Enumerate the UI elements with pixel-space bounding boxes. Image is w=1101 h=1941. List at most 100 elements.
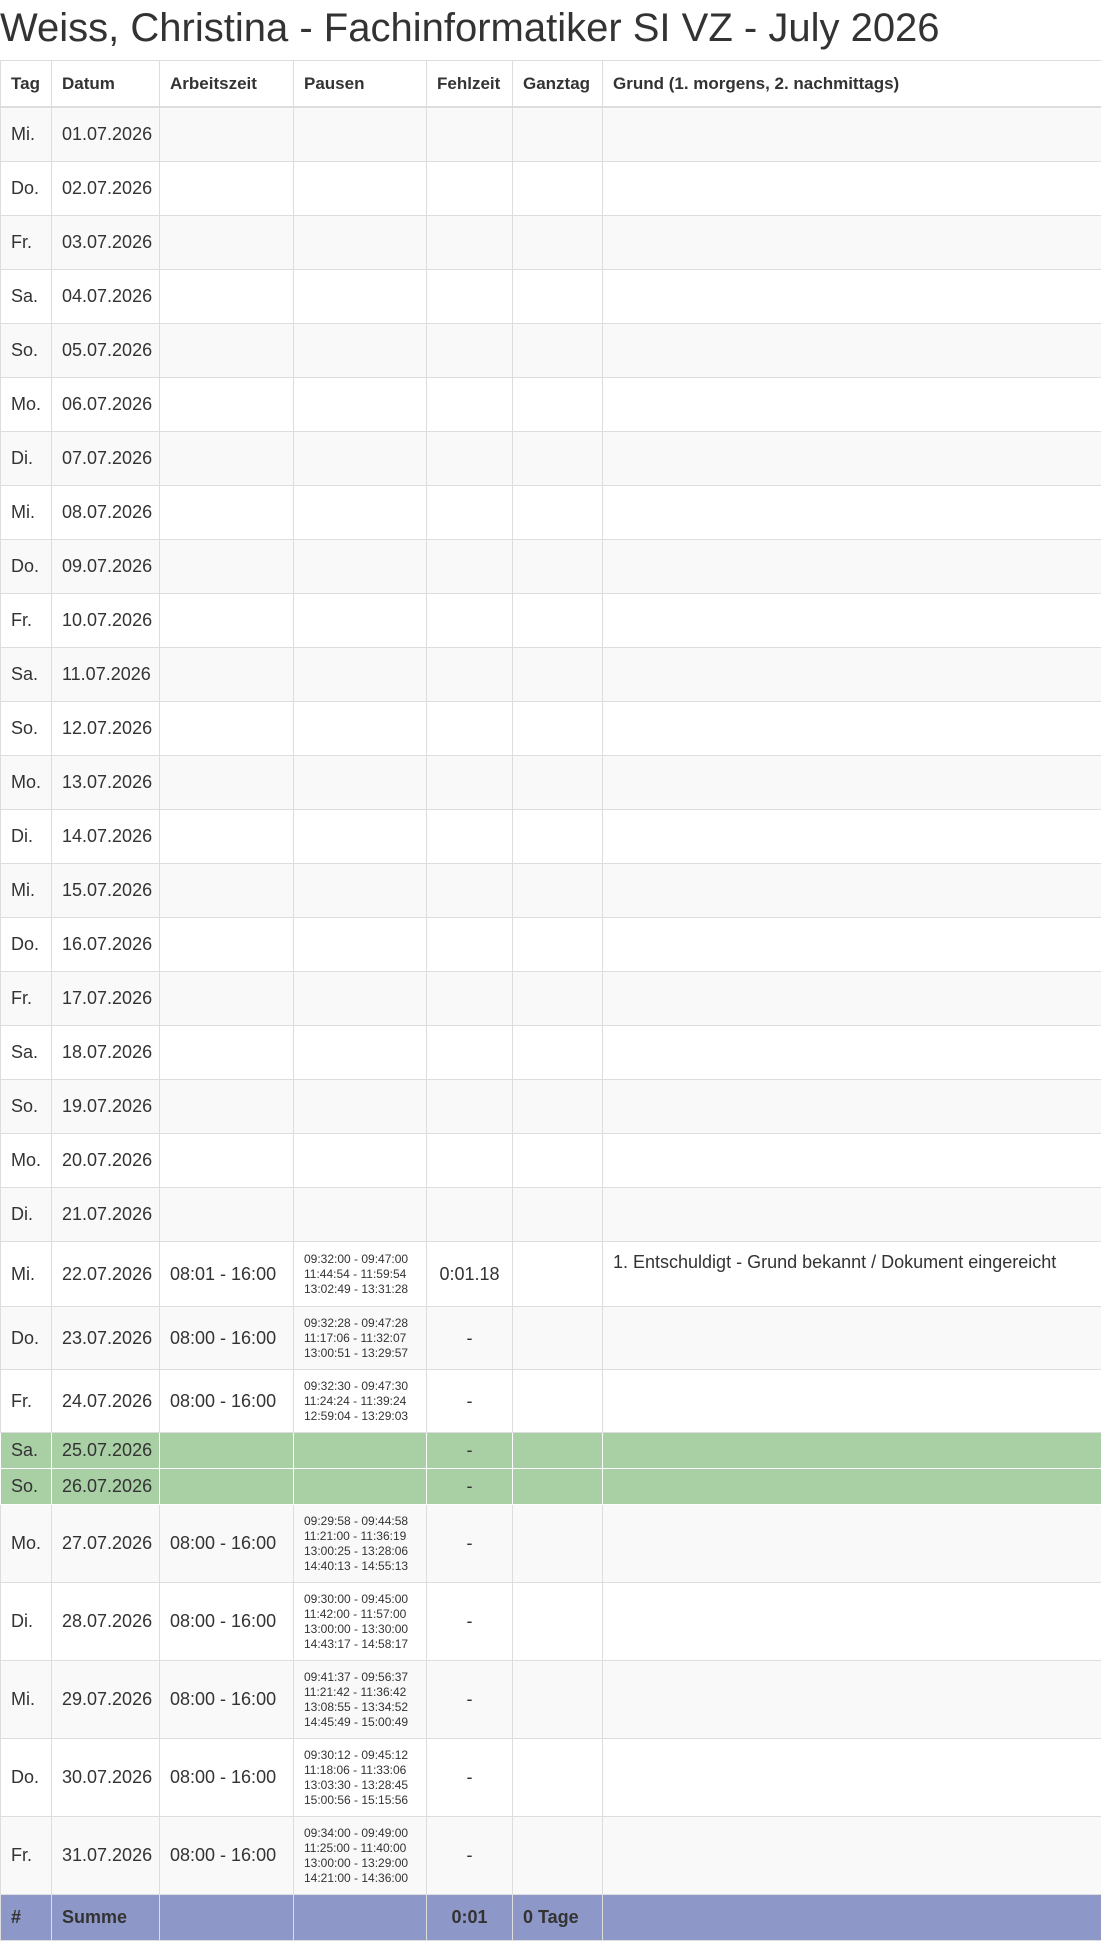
cell-pausen: 09:32:30 - 09:47:3011:24:24 - 11:39:2412…: [294, 1370, 427, 1433]
cell-fehlzeit: -: [427, 1307, 513, 1370]
cell-grund: [603, 1661, 1101, 1739]
table-row: Fr.10.07.2026: [1, 594, 1101, 648]
pause-entry: 12:59:04 - 13:29:03: [304, 1409, 416, 1424]
cell-datum: 13.07.2026: [52, 756, 160, 810]
cell-fehlzeit: -: [427, 1739, 513, 1817]
cell-pausen: 09:30:00 - 09:45:0011:42:00 - 11:57:0013…: [294, 1583, 427, 1661]
cell-tag: Do.: [1, 162, 52, 216]
cell-grund: [603, 702, 1101, 756]
cell-pausen: [294, 972, 427, 1026]
cell-arbeitszeit: [160, 648, 294, 702]
cell-arbeitszeit: [160, 216, 294, 270]
cell-tag: Mi.: [1, 864, 52, 918]
cell-tag: Fr.: [1, 216, 52, 270]
cell-fehlzeit: [427, 1080, 513, 1134]
cell-tag: Fr.: [1, 1817, 52, 1895]
pause-entry: 13:00:25 - 13:28:06: [304, 1544, 416, 1559]
cell-datum: 30.07.2026: [52, 1739, 160, 1817]
table-row: Do.09.07.2026: [1, 540, 1101, 594]
summary-empty-pausen: [294, 1895, 427, 1941]
cell-grund: 1. Entschuldigt - Grund bekannt / Dokume…: [603, 1242, 1101, 1307]
cell-arbeitszeit: [160, 1433, 294, 1469]
header-grund: Grund (1. morgens, 2. nachmittags): [603, 61, 1101, 108]
cell-fehlzeit: [427, 324, 513, 378]
cell-pausen: [294, 918, 427, 972]
cell-ganztag: [513, 486, 603, 540]
cell-fehlzeit: [427, 270, 513, 324]
table-row: Mo.20.07.2026: [1, 1134, 1101, 1188]
cell-grund: [603, 1370, 1101, 1433]
cell-datum: 12.07.2026: [52, 702, 160, 756]
cell-datum: 19.07.2026: [52, 1080, 160, 1134]
cell-arbeitszeit: 08:00 - 16:00: [160, 1505, 294, 1583]
cell-grund: [603, 1026, 1101, 1080]
cell-arbeitszeit: [160, 918, 294, 972]
summary-hash: #: [1, 1895, 52, 1941]
cell-fehlzeit: [427, 702, 513, 756]
cell-datum: 02.07.2026: [52, 162, 160, 216]
cell-ganztag: [513, 432, 603, 486]
cell-tag: Fr.: [1, 972, 52, 1026]
cell-tag: So.: [1, 702, 52, 756]
cell-datum: 03.07.2026: [52, 216, 160, 270]
cell-datum: 16.07.2026: [52, 918, 160, 972]
cell-fehlzeit: [427, 756, 513, 810]
table-row: Fr.31.07.202608:00 - 16:0009:34:00 - 09:…: [1, 1817, 1101, 1895]
cell-ganztag: [513, 810, 603, 864]
cell-grund: [603, 107, 1101, 162]
cell-pausen: [294, 810, 427, 864]
cell-pausen: [294, 378, 427, 432]
cell-pausen: 09:29:58 - 09:44:5811:21:00 - 11:36:1913…: [294, 1505, 427, 1583]
cell-ganztag: [513, 1505, 603, 1583]
cell-datum: 07.07.2026: [52, 432, 160, 486]
cell-grund: [603, 594, 1101, 648]
cell-tag: Mi.: [1, 486, 52, 540]
summary-label: Summe: [52, 1895, 160, 1941]
pause-entry: 09:30:00 - 09:45:00: [304, 1592, 416, 1607]
cell-ganztag: [513, 270, 603, 324]
cell-fehlzeit: [427, 810, 513, 864]
table-row: Mi.01.07.2026: [1, 107, 1101, 162]
cell-pausen: 09:41:37 - 09:56:3711:21:42 - 11:36:4213…: [294, 1661, 427, 1739]
cell-datum: 09.07.2026: [52, 540, 160, 594]
pause-entry: 14:40:13 - 14:55:13: [304, 1559, 416, 1574]
cell-pausen: 09:32:00 - 09:47:0011:44:54 - 11:59:5413…: [294, 1242, 427, 1307]
cell-ganztag: [513, 1583, 603, 1661]
table-header-row: Tag Datum Arbeitszeit Pausen Fehlzeit Ga…: [1, 61, 1101, 108]
cell-ganztag: [513, 1817, 603, 1895]
cell-grund: [603, 1739, 1101, 1817]
table-row: Fr.03.07.2026: [1, 216, 1101, 270]
cell-grund: [603, 1080, 1101, 1134]
cell-fehlzeit: [427, 1188, 513, 1242]
cell-grund: [603, 216, 1101, 270]
cell-grund: [603, 1134, 1101, 1188]
cell-grund: [603, 1583, 1101, 1661]
cell-grund: [603, 918, 1101, 972]
pause-entry: 11:21:00 - 11:36:19: [304, 1529, 416, 1544]
cell-arbeitszeit: [160, 1188, 294, 1242]
table-row: So.19.07.2026: [1, 1080, 1101, 1134]
cell-ganztag: [513, 1134, 603, 1188]
cell-pausen: [294, 107, 427, 162]
cell-datum: 21.07.2026: [52, 1188, 160, 1242]
pause-entry: 14:21:00 - 14:36:00: [304, 1871, 416, 1886]
cell-pausen: [294, 216, 427, 270]
table-row: Sa.04.07.2026: [1, 270, 1101, 324]
cell-pausen: [294, 864, 427, 918]
cell-datum: 27.07.2026: [52, 1505, 160, 1583]
table-row: Mi.08.07.2026: [1, 486, 1101, 540]
cell-arbeitszeit: [160, 1469, 294, 1505]
cell-ganztag: [513, 918, 603, 972]
cell-grund: [603, 270, 1101, 324]
cell-datum: 18.07.2026: [52, 1026, 160, 1080]
cell-arbeitszeit: [160, 432, 294, 486]
pause-entry: 13:00:00 - 13:30:00: [304, 1622, 416, 1637]
cell-pausen: [294, 1026, 427, 1080]
cell-pausen: [294, 324, 427, 378]
cell-grund: [603, 1307, 1101, 1370]
table-row: Mo.06.07.2026: [1, 378, 1101, 432]
cell-pausen: [294, 1134, 427, 1188]
cell-ganztag: [513, 1188, 603, 1242]
cell-datum: 24.07.2026: [52, 1370, 160, 1433]
cell-pausen: 09:32:28 - 09:47:2811:17:06 - 11:32:0713…: [294, 1307, 427, 1370]
